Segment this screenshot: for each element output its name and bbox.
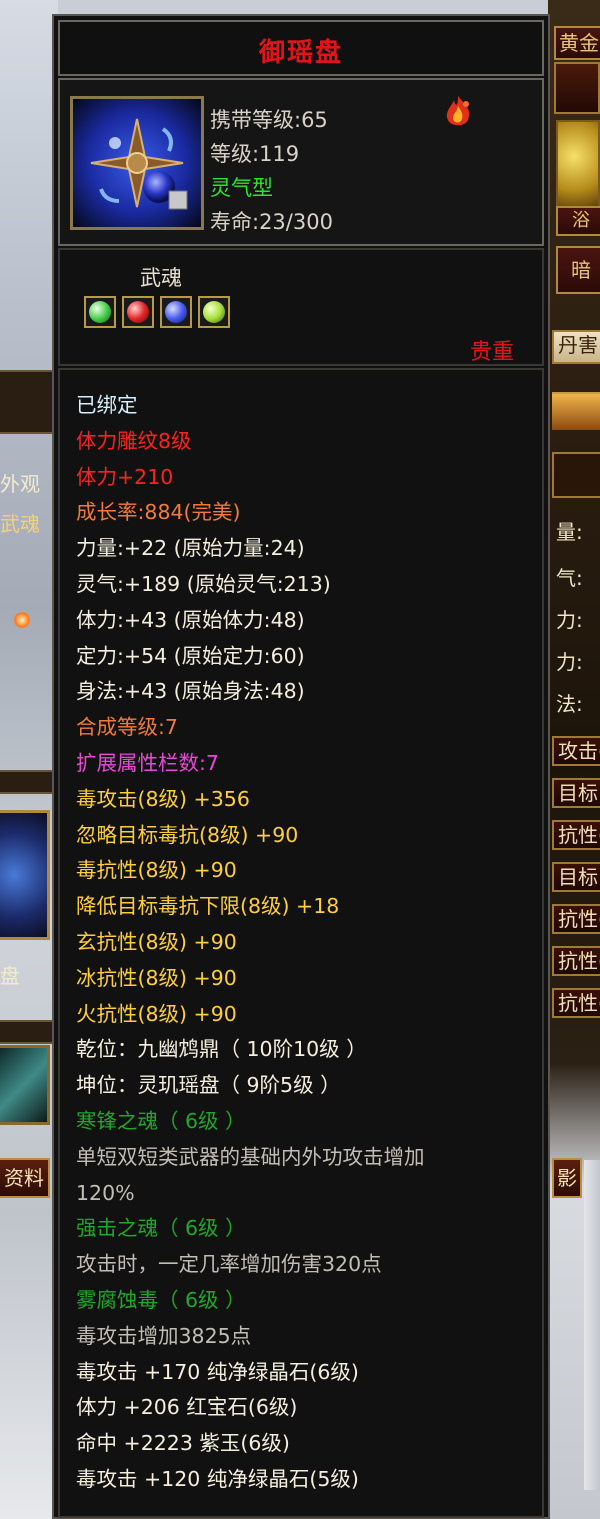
left-lamp-icon <box>14 612 30 628</box>
stat-line: 命中 +2223 紫玉(6级) <box>76 1431 290 1456</box>
left-equipped-item-icon[interactable] <box>0 810 50 940</box>
stat-line: 体力:+43 (原始体力:48) <box>76 607 305 632</box>
stat-line: 攻击时，一定几率增加伤害320点 <box>76 1252 382 1277</box>
stat-line: 已绑定 <box>76 393 138 417</box>
profile-button[interactable]: 资料 <box>0 1158 50 1198</box>
stat-line: 单短双短类武器的基础内外功攻击增加 <box>76 1144 425 1169</box>
flame-tier-icon <box>440 94 476 130</box>
stat-line: 雾腐蚀毒（ 6级 ） <box>76 1288 246 1312</box>
right-skill-row[interactable]: 攻击( <box>552 736 600 766</box>
stat-line: 成长率:884(完美) <box>76 500 241 525</box>
right-stat-label: 力: <box>556 650 583 674</box>
left-frame-strip <box>0 770 58 794</box>
item-type: 灵气型 <box>210 176 273 200</box>
right-skill-row[interactable]: 抗性( <box>552 988 600 1018</box>
tooltip-title-bar: 御瑶盘 <box>58 20 544 76</box>
left-weapon-icon[interactable] <box>0 1045 50 1125</box>
left-tab-appearance[interactable]: 外观 <box>0 468 40 497</box>
item-tooltip: 御瑶盘 携带等级:65 等级:119 灵气型 寿命:23/300 武魂 贵重 已… <box>52 14 550 1519</box>
soul-section: 武魂 贵重 <box>58 248 544 366</box>
right-tab-dark[interactable]: 暗 <box>556 246 600 294</box>
right-stat-label: 力: <box>556 608 583 632</box>
right-skill-row[interactable]: 抗性( <box>552 820 600 850</box>
stat-line: 降低目标毒抗下限(8级) +18 <box>76 894 340 919</box>
right-skill-row[interactable]: 目标 <box>552 862 600 892</box>
right-skill-row[interactable]: 抗性( <box>552 904 600 934</box>
item-level: 等级:119 <box>210 142 300 166</box>
stat-line: 毒攻击 +120 纯净绿晶石(5级) <box>76 1467 359 1491</box>
rarity-label: 贵重 <box>469 340 514 365</box>
right-ornament-bar <box>554 62 600 114</box>
left-frame-strip <box>0 370 58 434</box>
red-soul-gem-icon[interactable] <box>122 296 154 328</box>
stat-line: 玄抗性(8级) +90 <box>76 930 237 954</box>
stat-line: 合成等级:7 <box>76 715 178 740</box>
item-name: 御瑶盘 <box>258 38 343 68</box>
artifact-icon <box>70 96 204 230</box>
right-skill-row[interactable]: 抗性( <box>552 946 600 976</box>
stat-line: 坤位：灵玑瑶盘（ 9阶5级 ） <box>76 1073 341 1098</box>
right-stat-label: 气: <box>556 566 583 590</box>
stat-line: 毒攻击增加3825点 <box>76 1323 252 1348</box>
left-tab-soul[interactable]: 武魂 <box>0 508 40 537</box>
stat-line: 力量:+22 (原始力量:24) <box>76 536 305 561</box>
stat-line: 120% <box>76 1180 135 1205</box>
stat-line: 忽略目标毒抗(8级) +90 <box>76 822 299 847</box>
right-stat-label: 量: <box>556 520 583 544</box>
right-stat-label: 法: <box>556 692 583 716</box>
stat-line: 强击之魂（ 6级 ） <box>76 1216 246 1241</box>
left-scene-backdrop <box>0 0 58 1519</box>
soul-label: 武魂 <box>140 266 182 290</box>
left-item-label: 盘 <box>0 964 20 988</box>
stat-line: 冰抗性(8级) +90 <box>76 965 237 990</box>
stat-line: 定力:+54 (原始定力:60) <box>76 643 305 668</box>
stat-line: 毒攻击(8级) +356 <box>76 786 250 811</box>
item-info-section: 携带等级:65 等级:119 灵气型 寿命:23/300 <box>58 78 544 246</box>
stat-line: 扩展属性栏数:7 <box>76 751 219 775</box>
right-tab-selector[interactable] <box>552 452 600 498</box>
stat-line: 灵气:+189 (原始灵气:213) <box>76 572 331 596</box>
right-scene-button[interactable]: 影 <box>552 1158 582 1198</box>
gold-treasure-icon <box>556 120 600 210</box>
stat-line: 体力+210 <box>76 464 174 489</box>
stat-line: 体力 +206 红宝石(6级) <box>76 1395 298 1420</box>
stat-line: 寒锋之魂（ 6级 ） <box>76 1109 246 1133</box>
stat-line: 身法:+43 (原始身法:48) <box>76 679 305 704</box>
right-skill-row[interactable]: 目标 <box>552 778 600 808</box>
right-scrollbar[interactable] <box>584 1160 600 1490</box>
item-durability: 寿命:23/300 <box>210 210 333 234</box>
stat-line: 毒抗性(8级) +90 <box>76 858 237 883</box>
stats-section: 已绑定体力雕纹8级 体力+210 成长率:884(完美) 力量:+22 (原始力量:2… <box>58 368 544 1518</box>
right-tab-bath[interactable]: 浴 <box>556 206 600 236</box>
right-banner: 丹害 <box>552 330 600 364</box>
yellow-green-soul-gem-icon[interactable] <box>198 296 230 328</box>
stat-line: 火抗性(8级) +90 <box>76 1001 237 1026</box>
right-tab-gold[interactable]: 黄金 <box>554 26 600 60</box>
blue-soul-gem-icon[interactable] <box>160 296 192 328</box>
carry-level: 携带等级:65 <box>210 108 328 132</box>
stat-line: 体力雕纹8级 <box>76 428 192 453</box>
green-soul-gem-icon[interactable] <box>84 296 116 328</box>
left-frame-strip <box>0 1020 58 1044</box>
right-panel-header <box>552 392 600 430</box>
stat-line: 乾位：九幽鸩鼎（ 10阶10级 ） <box>76 1037 367 1062</box>
stat-line: 毒攻击 +170 纯净绿晶石(6级) <box>76 1359 359 1384</box>
